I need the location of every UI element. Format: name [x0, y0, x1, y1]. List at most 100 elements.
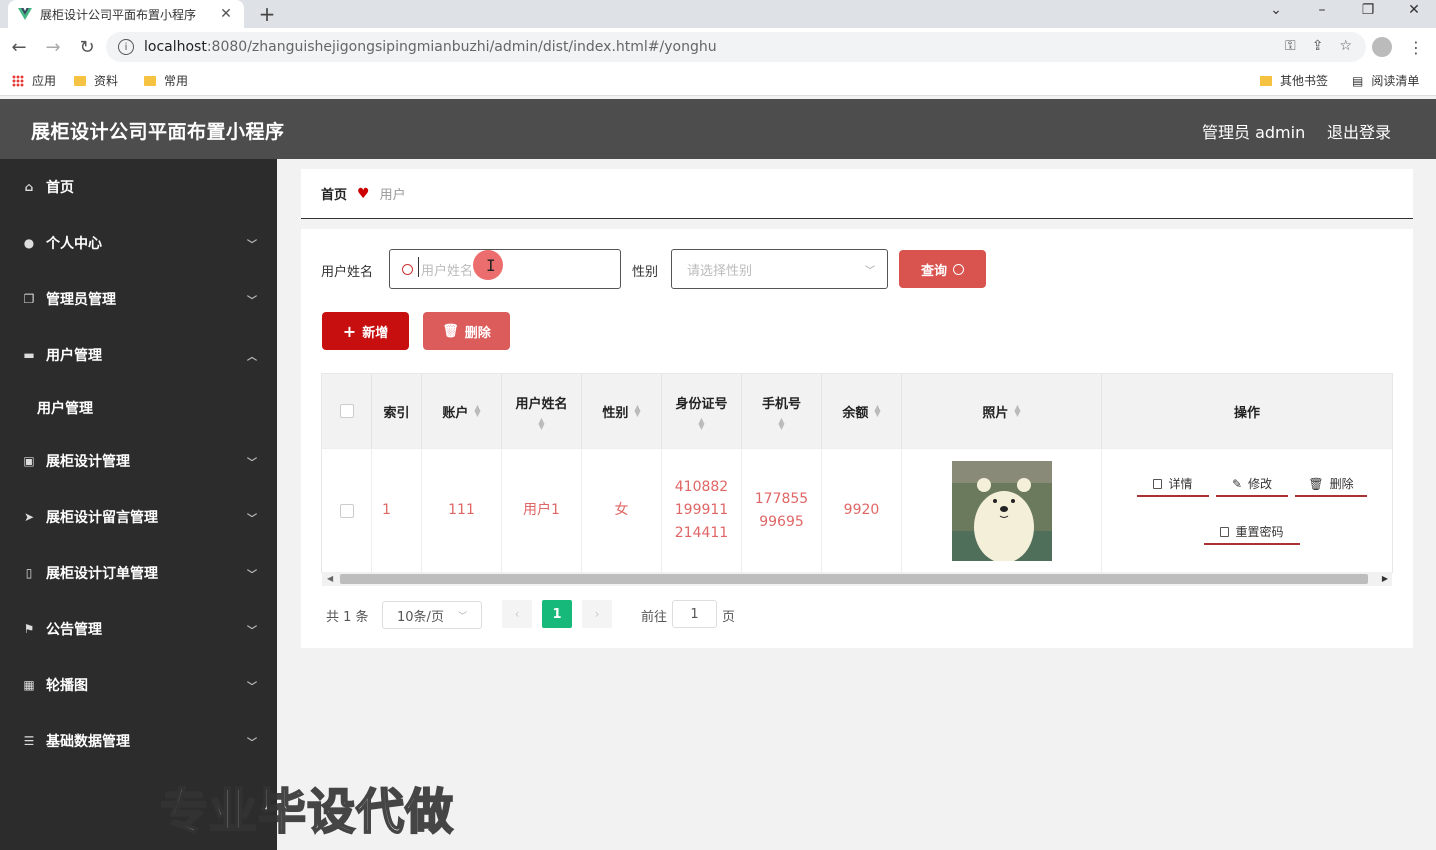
sort-icon[interactable]: ▲ ▼ [474, 404, 480, 418]
sidebar-subitem-users[interactable]: 用户管理 [0, 383, 277, 433]
query-button[interactable]: 查询 [899, 250, 986, 288]
list-icon: ☰ [23, 734, 35, 748]
document-icon [1220, 527, 1230, 537]
page-size-select[interactable]: 10条/页 ﹀ [382, 601, 482, 629]
sidebar-item-design[interactable]: ▣ 展柜设计管理 ﹀ [0, 433, 277, 489]
folder-icon [1260, 75, 1272, 86]
table-horizontal-scrollbar[interactable]: ◀ ▶ [322, 572, 1392, 586]
scroll-thumb[interactable] [340, 574, 1368, 584]
gender-select[interactable]: 请选择性别 ﹀ [671, 249, 888, 289]
chevron-down-icon: ﹀ [247, 569, 257, 581]
header-phone[interactable]: 手机号 ▲ ▼ [742, 374, 822, 448]
apps-grid-icon [12, 74, 24, 87]
reset-password-button[interactable]: 重置密码 [1204, 521, 1300, 545]
edit-button[interactable]: ✎ 修改 [1216, 473, 1288, 497]
user-icon: ● [23, 236, 35, 250]
goto-page-input[interactable]: 1 [672, 600, 717, 628]
scroll-right-icon[interactable]: ▶ [1382, 574, 1388, 583]
sidebar-item-admins[interactable]: ❐ 管理员管理 ﹀ [0, 271, 277, 327]
select-all-checkbox[interactable] [339, 404, 354, 418]
header-account[interactable]: 账户 ▲ ▼ [422, 374, 502, 448]
header-actions: 操作 [1102, 374, 1392, 448]
chevron-down-icon: ﹀ [247, 295, 257, 307]
ibeam-cursor-icon: I [486, 256, 496, 275]
row-checkbox[interactable] [339, 503, 354, 518]
detail-button[interactable]: 详情 [1137, 473, 1209, 497]
reload-icon[interactable]: ↻ [72, 37, 102, 58]
breadcrumb-home[interactable]: 首页 [321, 184, 347, 203]
user-table: 索引 账户 ▲ ▼ 用户姓名 ▲ ▼ 性别 ▲ ▼ 身份证号 ▲ ▼ 手机号 ▲ ▼ 余额 ▲ ▼ 照片… [321, 373, 1393, 573]
forward-icon[interactable]: → [38, 37, 68, 58]
gender-placeholder: 请选择性别 [687, 263, 753, 279]
next-page-button[interactable]: › [582, 600, 612, 628]
browser-tab[interactable]: 展柜设计公司平面布置小程序 ✕ [8, 0, 244, 28]
cell-id-number: 410882199911214411 [662, 448, 742, 572]
other-bookmarks[interactable]: 其他书签 [1260, 72, 1328, 89]
sidebar-item-basedata[interactable]: ☰ 基础数据管理 ﹀ [0, 713, 277, 769]
page-number-current[interactable]: 1 [542, 600, 572, 628]
sort-icon[interactable]: ▲ ▼ [538, 416, 544, 430]
header-gender[interactable]: 性别 ▲ ▼ [582, 374, 662, 448]
sidebar-item-carousel[interactable]: ▦ 轮播图 ﹀ [0, 657, 277, 713]
header-balance[interactable]: 余额 ▲ ▼ [822, 374, 902, 448]
name-search-input[interactable]: 用户姓名 [389, 249, 621, 289]
browser-tab-bar: 展柜设计公司平面布置小程序 ✕ + ⌄ – ❐ ✕ [0, 0, 1436, 28]
sort-icon[interactable]: ▲ ▼ [634, 404, 640, 418]
sidebar-item-notices[interactable]: ⚑ 公告管理 ﹀ [0, 601, 277, 657]
star-icon[interactable]: ☆ [1339, 38, 1352, 54]
sort-icon[interactable]: ▲ ▼ [778, 416, 784, 430]
bookmark-apps[interactable]: 应用 [12, 72, 56, 89]
logout-link[interactable]: 退出登录 [1327, 119, 1391, 143]
breadcrumb: 首页 ♥ 用户 [301, 169, 1413, 219]
text-caret [418, 257, 419, 277]
reading-list-icon: ▤ [1352, 73, 1364, 88]
sidebar-item-personal[interactable]: ● 个人中心 ﹀ [0, 215, 277, 271]
send-icon: ➤ [23, 510, 35, 524]
phone-icon: ▯ [25, 566, 33, 580]
user-photo[interactable] [951, 460, 1052, 561]
scroll-left-icon[interactable]: ◀ [327, 574, 333, 583]
restore-icon[interactable]: ❐ [1358, 2, 1378, 18]
chevron-down-icon: ﹀ [247, 737, 257, 749]
cell-photo [902, 448, 1102, 572]
sort-icon[interactable]: ▲ ▼ [698, 416, 704, 430]
new-tab-icon[interactable]: + [256, 2, 278, 26]
delete-button[interactable]: 🗑 删除 [1295, 473, 1367, 497]
share-icon[interactable]: ⇪ [1312, 38, 1324, 54]
url-field[interactable]: i localhost:8080/zhanguishejigongsipingm… [106, 32, 1366, 62]
bookmark-folder[interactable]: 资料 [74, 72, 118, 89]
cell-account: 111 [422, 448, 502, 572]
sort-icon[interactable]: ▲ ▼ [1014, 404, 1020, 418]
sidebar-item-home[interactable]: ⌂ 首页 [0, 159, 277, 215]
goto-label: 前往 [641, 610, 668, 625]
bookmark-folder[interactable]: 常用 [144, 72, 188, 89]
minimize-icon[interactable]: – [1312, 2, 1332, 18]
site-info-icon[interactable]: i [118, 39, 134, 55]
document-icon [1153, 479, 1163, 489]
back-icon[interactable]: ← [4, 37, 34, 58]
close-tab-icon[interactable]: ✕ [218, 6, 234, 22]
browser-menu-icon[interactable]: ⋮ [1408, 38, 1424, 57]
sort-icon[interactable]: ▲ ▼ [874, 404, 880, 418]
header-photo[interactable]: 照片 ▲ ▼ [902, 374, 1102, 448]
bulk-delete-button[interactable]: 🗑 删除 [423, 312, 510, 350]
sidebar-item-users[interactable]: ▬ 用户管理 ︿ [0, 327, 277, 383]
add-button[interactable]: + 新增 [322, 312, 409, 350]
prev-page-button[interactable]: ‹ [502, 600, 532, 628]
profile-avatar-icon[interactable] [1372, 37, 1392, 57]
briefcase-icon: ▣ [23, 454, 35, 468]
home-icon: ⌂ [24, 180, 34, 194]
cell-gender: 女 [582, 448, 662, 572]
key-icon[interactable]: ⚿ [1285, 38, 1296, 54]
sidebar: ⌂ 首页 ● 个人中心 ﹀ ❐ 管理员管理 ﹀ ▬ 用户管理 ︿ 用户管理 ▣ 展柜设计管理 ﹀ … [0, 159, 277, 850]
header-name[interactable]: 用户姓名 ▲ ▼ [502, 374, 582, 448]
close-window-icon[interactable]: ✕ [1404, 2, 1424, 18]
sidebar-item-orders[interactable]: ▯ 展柜设计订单管理 ﹀ [0, 545, 277, 601]
sidebar-item-messages[interactable]: ➤ 展柜设计留言管理 ﹀ [0, 489, 277, 545]
chevron-down-icon: ﹀ [247, 457, 257, 469]
header-id-number[interactable]: 身份证号 ▲ ▼ [662, 374, 742, 448]
search-icon [953, 263, 964, 275]
reading-list[interactable]: ▤ 阅读清单 [1352, 72, 1419, 89]
bookmarks-bar: 应用 资料 常用 其他书签 ▤ 阅读清单 [0, 66, 1436, 96]
tab-search-icon[interactable]: ⌄ [1266, 2, 1286, 18]
